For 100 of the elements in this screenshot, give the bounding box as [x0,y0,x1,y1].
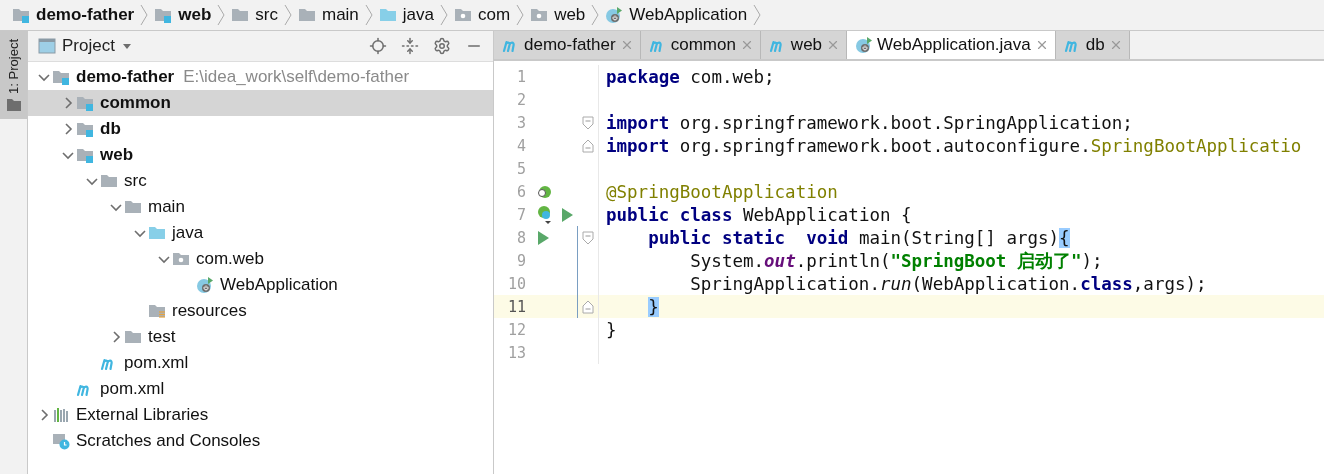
line-number: 2 [515,90,526,109]
breadcrumb-item[interactable]: java [378,5,434,25]
spring-class-icon [855,36,874,54]
editor-tab[interactable]: WebApplication.java [847,31,1056,59]
tree-item-label: pom.xml [100,379,165,399]
breadcrumb-separator-icon [440,4,448,26]
spring-class-icon [605,6,624,24]
resources-folder-icon [148,302,166,320]
breadcrumb-item[interactable]: web [154,5,212,25]
tree-item-label: java [172,223,204,243]
module-folder-icon [76,94,94,112]
settings-icon[interactable] [433,37,451,55]
tree-item-label: common [100,93,171,113]
fold-marker-icon[interactable] [582,299,594,314]
code-line: import org.springframework.boot.autoconfigure.SpringBootApplicatio [605,135,1302,156]
tree-row[interactable]: common [28,90,493,116]
tree-row[interactable]: External Libraries [28,402,493,428]
breadcrumb-item[interactable]: com [454,5,511,25]
tree-item-label: test [148,327,176,347]
breadcrumb-item[interactable]: main [297,5,359,25]
tree-row[interactable]: Scratches and Consoles [28,428,493,454]
line-number: 8 [515,228,526,247]
module-folder-icon [154,6,173,24]
line-number: 7 [515,205,526,224]
tree-row[interactable]: pom.xml [28,350,493,376]
tree-item-label: db [100,119,121,139]
project-path: E:\idea_work\self\demo-father [183,67,410,87]
tree-item-label: External Libraries [76,405,209,425]
folder-icon [378,6,397,24]
spring-bean-icon[interactable] [536,204,554,225]
fold-marker-icon[interactable] [582,115,594,130]
breadcrumb-item[interactable]: WebApplication [605,5,748,25]
tree-row[interactable]: demo-father E:\idea_work\self\demo-father [28,64,493,90]
code-line: import org.springframework.boot.SpringApplication; [605,112,1133,133]
tree-item-label: WebApplication [220,275,338,295]
module-folder-icon [52,68,70,86]
tree-row[interactable]: resources [28,298,493,324]
module-folder-icon [76,146,94,164]
breadcrumb-separator-icon [591,4,600,26]
tree-row[interactable]: java [28,220,493,246]
tree-row[interactable]: db [28,116,493,142]
editor-tab[interactable]: demo-father [494,31,641,59]
folder-icon [297,6,316,24]
spring-class-icon [196,276,214,294]
editor-tab[interactable]: common [640,31,761,59]
tree-item-label: Scratches and Consoles [76,431,261,451]
tree-row[interactable]: WebApplication [28,272,493,298]
breadcrumb-item[interactable]: src [231,5,278,25]
line-number: 11 [506,297,526,316]
code-line: public static void main(String[] args){ [647,227,1070,248]
panel-title[interactable]: Project [62,36,115,56]
editor-tab[interactable]: db [1055,31,1130,59]
line-number: 3 [515,113,526,132]
collapse-all-icon[interactable] [401,37,419,55]
line-number: 13 [506,343,526,362]
run-icon[interactable] [560,206,574,223]
tree-item-label: main [148,197,185,217]
side-tool-tab[interactable]: 1: Project [0,31,27,119]
line-number: 6 [515,182,526,201]
tree-item-label: src [124,171,147,191]
editor-tab[interactable]: web [760,31,848,59]
tree-row[interactable]: com.web [28,246,493,272]
code-line: @SpringBootApplication [605,181,838,202]
tree-item-label: resources [172,301,247,321]
tree-row[interactable]: main [28,194,493,220]
breadcrumb-separator-icon [217,4,226,26]
project-window-icon [38,38,56,54]
run-icon[interactable] [536,229,550,246]
breadcrumb-separator-icon [283,4,292,26]
folder-icon [6,99,21,111]
scratches-icon [52,432,70,450]
line-number: 5 [515,159,526,178]
breadcrumb-item[interactable]: demo-father [12,5,135,25]
spring-bean-icon[interactable] [536,183,552,200]
tree-row[interactable]: test [28,324,493,350]
tree-item-label: web [100,145,134,165]
line-number: 4 [515,136,526,155]
code-line: } [605,319,617,340]
breadcrumb-item[interactable]: web [530,5,586,25]
tree-row[interactable]: pom.xml [28,376,493,402]
folder-icon [231,6,250,24]
tree-row[interactable]: web [28,142,493,168]
folder-icon [100,172,118,190]
breadcrumb-separator-icon [753,4,762,26]
package-folder-icon [172,250,190,268]
tree-row[interactable]: src [28,168,493,194]
folder-icon [124,198,142,216]
folder-icon [124,328,142,346]
breadcrumb-separator-icon [516,4,525,26]
package-folder-icon [530,6,549,24]
libraries-icon [52,406,70,424]
code-line: SpringApplication.run(WebApplication.class,args); [689,273,1207,294]
locate-icon[interactable] [369,37,387,55]
line-number: 1 [515,67,526,86]
code-line: public class WebApplication { [605,204,912,225]
fold-marker-icon[interactable] [582,138,594,153]
code-line: package com.web; [605,66,775,87]
fold-marker-icon[interactable] [582,230,594,245]
module-folder-icon [12,6,30,24]
tree-item-label: pom.xml [124,353,189,373]
